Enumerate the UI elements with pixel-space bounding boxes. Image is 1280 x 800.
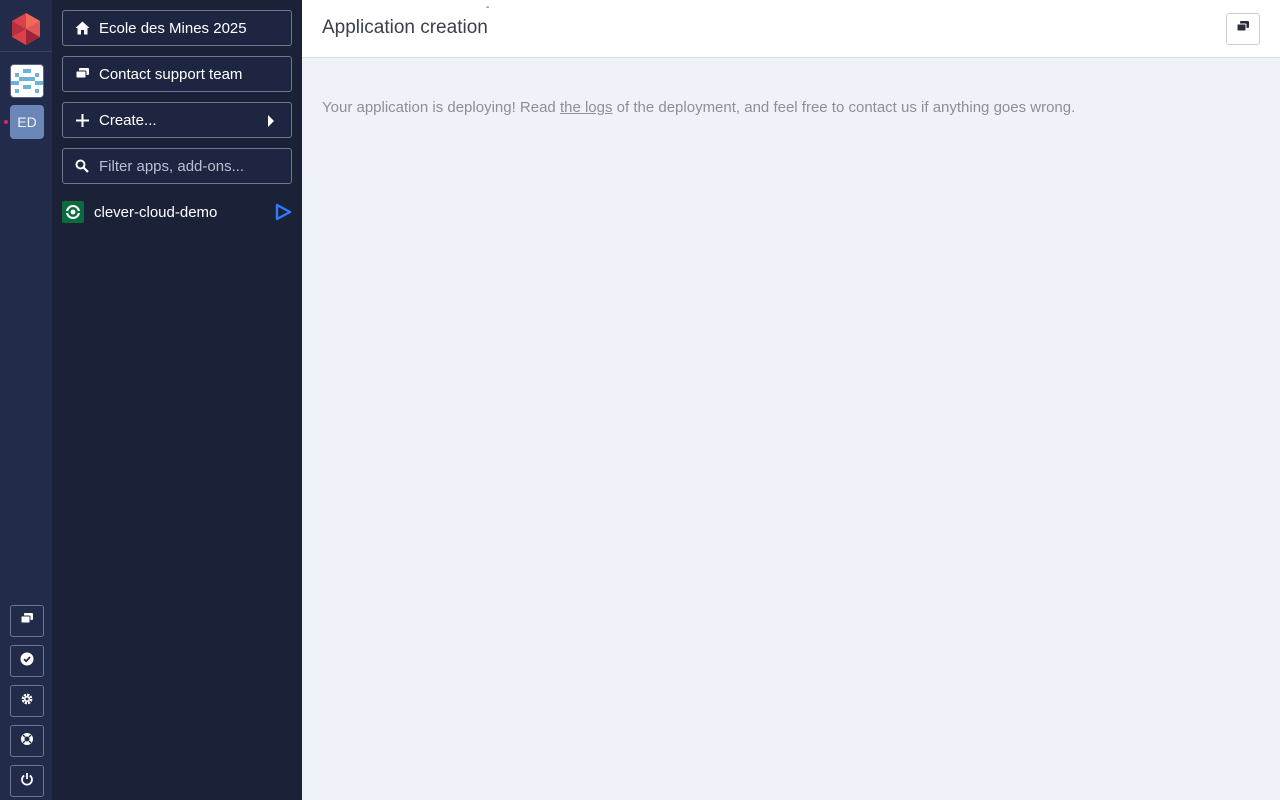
logout-button[interactable] <box>10 765 44 797</box>
search-icon <box>74 158 90 174</box>
messages-button[interactable] <box>10 605 44 637</box>
clever-cloud-logo-icon[interactable] <box>10 12 42 46</box>
play-icon[interactable] <box>274 203 292 225</box>
contact-support-label: Contact support team <box>99 65 243 83</box>
chat-icon <box>74 66 90 82</box>
org-avatar-personal[interactable] <box>10 64 44 98</box>
contact-support-button[interactable]: Contact support team <box>62 56 292 92</box>
app-runtime-icon <box>62 201 84 223</box>
chat-icon <box>20 612 34 631</box>
plus-icon <box>74 112 90 128</box>
deployment-message: Your application is deploying! Read the … <box>322 99 1075 116</box>
page-header: - Application creation <box>302 0 1280 58</box>
help-button[interactable] <box>10 725 44 757</box>
app-name: clever-cloud-demo <box>94 203 218 221</box>
org-avatar-ed[interactable]: ED <box>10 105 44 139</box>
message-text-before: Your application is deploying! Read <box>322 99 560 116</box>
create-label: Create... <box>99 111 157 129</box>
org-name-label: Ecole des Mines 2025 <box>99 19 247 37</box>
home-icon <box>74 20 90 36</box>
page-title: Application creation <box>322 17 488 38</box>
status-button[interactable] <box>10 645 44 677</box>
power-icon <box>20 772 34 791</box>
caret-right-icon <box>267 114 275 131</box>
side-panel: Ecole des Mines 2025 Contact support tea… <box>52 0 302 800</box>
org-home-button[interactable]: Ecole des Mines 2025 <box>62 10 292 46</box>
active-org-indicator <box>4 120 8 124</box>
message-text-after: of the deployment, and feel free to cont… <box>612 99 1076 116</box>
header-messages-button[interactable] <box>1226 13 1260 45</box>
app-list-item[interactable]: clever-cloud-demo <box>62 200 292 224</box>
gear-icon <box>20 692 34 711</box>
lifebuoy-icon <box>20 732 34 751</box>
header-tick-mark: - <box>486 2 490 13</box>
check-circle-icon <box>20 652 34 671</box>
search-placeholder: Filter apps, add-ons... <box>99 157 245 175</box>
filter-search-field[interactable]: Filter apps, add-ons... <box>62 148 292 184</box>
rail-divider <box>0 51 52 52</box>
logs-link[interactable]: the logs <box>560 99 613 116</box>
settings-button[interactable] <box>10 685 44 717</box>
app-rail: ED <box>0 0 52 800</box>
chat-icon <box>1236 20 1250 39</box>
create-menu-button[interactable]: Create... <box>62 102 292 138</box>
